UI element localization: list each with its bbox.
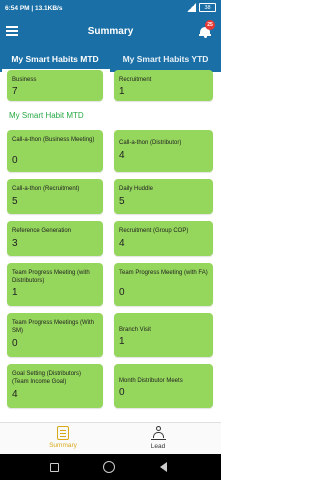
home-icon[interactable] — [103, 461, 115, 473]
card-habit[interactable]: Call-a-thon (Distributor) 4 — [114, 130, 213, 172]
card-label: Team Progress Meeting (with FA) — [119, 270, 208, 276]
card-habit[interactable]: Team Progress Meetings (With SM) 0 — [7, 313, 103, 357]
status-icons: 38 — [187, 3, 216, 12]
summary-content: Business 7 Recruitment 1 My Smart Habit … — [0, 70, 221, 422]
recents-icon[interactable] — [50, 463, 59, 472]
card-label: Call-a-thon (Distributor) — [119, 140, 182, 146]
card-label: Business — [12, 77, 37, 83]
card-label: Team Progress Meeting (with Distributors… — [12, 270, 90, 284]
card-business[interactable]: Business 7 — [7, 70, 103, 101]
status-time: 6:54 PM | 13.1KB/s — [5, 5, 63, 12]
card-value: 4 — [119, 238, 125, 249]
card-habit[interactable]: Call-a-thon (Recruitment) 5 — [7, 179, 103, 214]
card-label: Reference Generation — [12, 228, 72, 234]
nav-summary[interactable]: Summary — [23, 426, 103, 449]
card-value: 3 — [12, 238, 18, 249]
signal-icon — [187, 3, 196, 12]
card-habit[interactable]: Team Progress Meeting (with FA) 0 — [114, 263, 213, 306]
system-nav-bar — [0, 454, 221, 480]
card-label: Daily Huddle — [119, 186, 154, 192]
card-value: 5 — [12, 196, 18, 207]
card-habit[interactable]: Branch Visit 1 — [114, 313, 213, 357]
nav-summary-label: Summary — [49, 442, 77, 449]
card-habit[interactable]: Reference Generation 3 — [7, 221, 103, 256]
nav-lead-label: Lead — [150, 443, 166, 450]
card-habit[interactable]: Goal Setting (Distributors) (Team Income… — [7, 364, 103, 408]
section-title: My Smart Habit MTD — [9, 111, 84, 120]
card-value: 0 — [12, 338, 18, 349]
page-title: Summary — [87, 26, 134, 37]
card-value: 5 — [119, 196, 125, 207]
nav-lead[interactable]: Lead — [118, 426, 198, 450]
card-habit[interactable]: Daily Huddle 5 — [114, 179, 213, 214]
card-value: 0 — [119, 387, 125, 398]
card-label: Branch Visit — [119, 327, 151, 333]
card-value: 4 — [12, 389, 18, 400]
card-habit[interactable]: Recruitment (Group COP) 4 — [114, 221, 213, 256]
card-value: 1 — [12, 287, 18, 298]
card-value: 7 — [12, 86, 18, 97]
app-bar: Summary 25 — [0, 18, 221, 46]
card-habit[interactable]: Month Distributor Meets 0 — [114, 364, 213, 408]
status-bar: 6:54 PM | 13.1KB/s 38 — [0, 0, 221, 18]
card-value: 1 — [119, 86, 125, 97]
back-icon[interactable] — [160, 462, 167, 472]
bottom-nav: Summary Lead — [0, 422, 221, 455]
card-label: Month Distributor Meets — [119, 378, 183, 384]
card-label: Team Progress Meetings (With SM) — [12, 320, 95, 334]
card-label: Call-a-thon (Business Meeting) — [12, 137, 95, 143]
card-label: Recruitment — [119, 77, 152, 83]
card-recruitment[interactable]: Recruitment 1 — [114, 70, 213, 101]
card-value: 0 — [12, 155, 18, 166]
card-label: Recruitment (Group COP) — [119, 228, 189, 234]
card-habit[interactable]: Call-a-thon (Business Meeting) 0 — [7, 130, 103, 172]
notification-badge: 25 — [205, 20, 215, 30]
clipboard-icon — [57, 426, 69, 440]
person-icon — [151, 426, 166, 441]
card-habit[interactable]: Team Progress Meeting (with Distributors… — [7, 263, 103, 306]
card-value: 1 — [119, 336, 125, 347]
bell-icon[interactable]: 25 — [199, 20, 215, 38]
card-label: Call-a-thon (Recruitment) — [12, 186, 80, 192]
tab-ytd[interactable]: My Smart Habits YTD — [110, 46, 221, 72]
card-value: 4 — [119, 150, 125, 161]
card-value: 0 — [119, 287, 125, 298]
card-label: Goal Setting (Distributors) (Team Income… — [12, 371, 82, 385]
battery-icon: 38 — [199, 3, 216, 12]
